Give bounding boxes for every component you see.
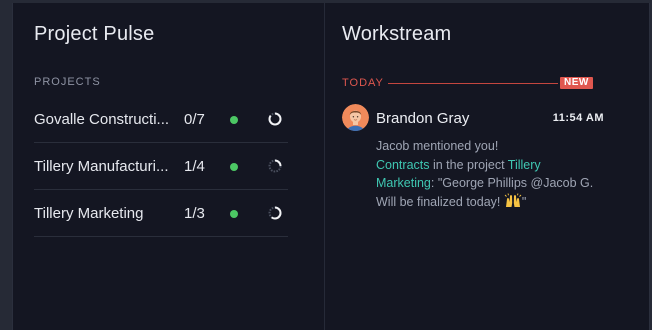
message-body: Jacob mentioned you! Contracts in the pr… [376, 137, 601, 214]
project-task-count: 1/3 [184, 205, 205, 222]
avatar-icon [342, 104, 369, 131]
dashboard-frame: Project Pulse PROJECTS Govalle Construct… [12, 3, 650, 330]
project-name: Tillery Marketing [34, 205, 144, 222]
projects-section-label: PROJECTS [34, 76, 101, 88]
raised-hands-emoji-icon [504, 192, 522, 215]
workstream-panel: Workstream TODAY NEW Brandon Gray 11:54 … [325, 3, 649, 330]
message-author[interactable]: Brandon Gray [376, 110, 469, 127]
project-pulse-panel: Project Pulse PROJECTS Govalle Construct… [13, 3, 325, 330]
project-row[interactable]: Tillery Marketing 1/3 [34, 190, 288, 237]
progress-ring-icon [268, 159, 282, 173]
message-text: in the project [429, 157, 508, 172]
project-list: Govalle Constructi... 0/7 Tillery Manufa… [34, 96, 288, 237]
message-headline: Jacob mentioned you! [376, 139, 499, 153]
today-divider: TODAY NEW [342, 77, 593, 89]
workstream-title: Workstream [342, 23, 452, 45]
status-dot-icon [230, 210, 238, 218]
today-label: TODAY [342, 77, 384, 89]
project-row[interactable]: Govalle Constructi... 0/7 [34, 96, 288, 143]
message-quote-end: " [521, 194, 527, 209]
status-dot-icon [230, 116, 238, 124]
today-divider-line [388, 83, 558, 84]
project-pulse-title: Project Pulse [34, 23, 155, 45]
new-badge: NEW [560, 77, 593, 89]
project-name: Tillery Manufacturi... [34, 158, 169, 175]
message-time: 11:54 AM [552, 112, 604, 124]
avatar[interactable] [342, 104, 369, 131]
progress-ring-icon [268, 206, 282, 220]
project-name: Govalle Constructi... [34, 111, 170, 128]
contracts-link[interactable]: Contracts [376, 158, 430, 172]
progress-ring-icon [268, 112, 282, 126]
project-task-count: 0/7 [184, 111, 205, 128]
project-row[interactable]: Tillery Manufacturi... 1/4 [34, 143, 288, 190]
project-task-count: 1/4 [184, 158, 205, 175]
status-dot-icon [230, 163, 238, 171]
